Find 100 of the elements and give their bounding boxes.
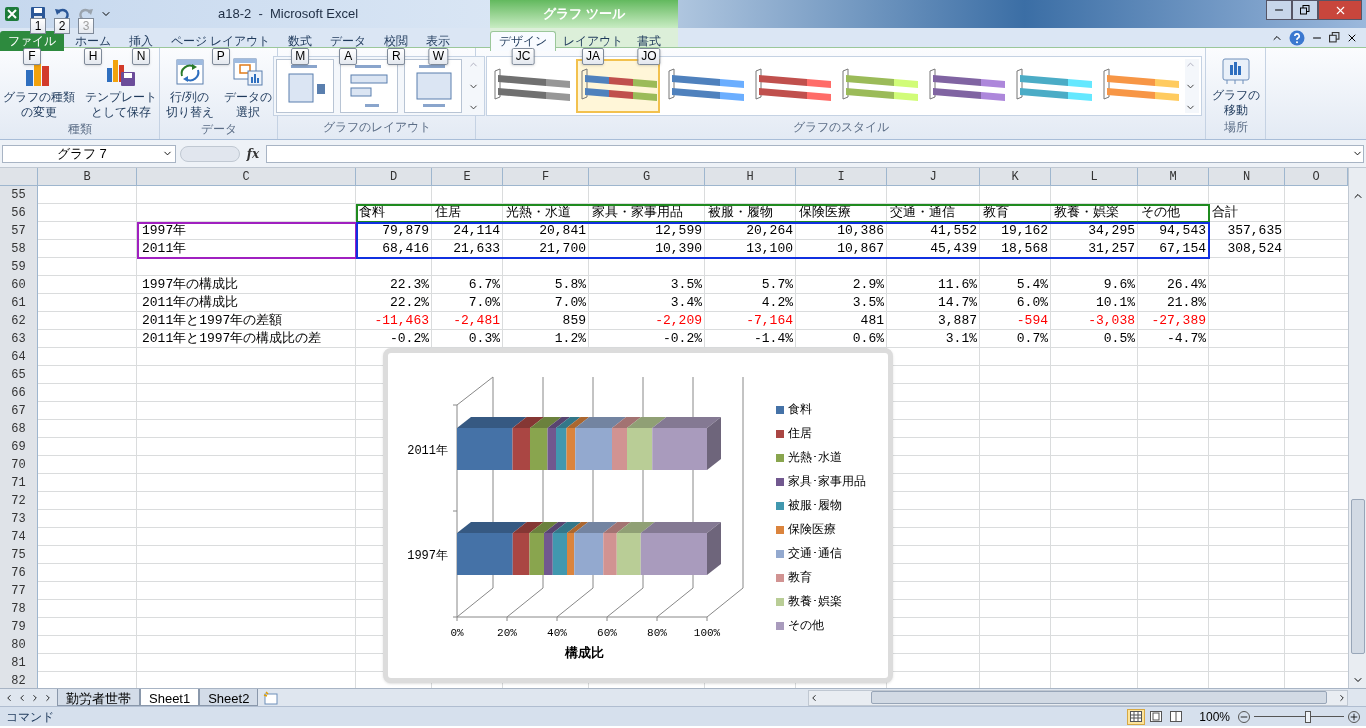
category-label: 2011年 [407, 444, 448, 458]
column-header[interactable]: J [887, 168, 980, 186]
axis-label: 100% [693, 627, 721, 639]
insert-function-button[interactable]: fx [244, 144, 262, 163]
keytip-tooltip: 3 [78, 18, 94, 34]
keytip-tooltip: JO [637, 48, 661, 65]
table-cell-text: 0.5% [1102, 330, 1136, 348]
ribbon-tab[interactable]: デザイン [490, 30, 556, 51]
table-cell-text: 45,439 [929, 240, 978, 258]
column-header[interactable]: B [38, 168, 137, 186]
keytip-tooltip: JA [582, 48, 604, 65]
table-cell-text: 21.8% [1166, 294, 1207, 312]
legend-label: 教育 [788, 569, 812, 587]
legend-label: 保険医療 [788, 522, 836, 539]
sheet-tab[interactable]: 勤労者世帯 [57, 689, 140, 706]
table-cell-text: -4.7% [1166, 330, 1207, 348]
ribbon-tab[interactable]: ホーム [68, 31, 118, 51]
ribbon-tab[interactable]: 表示 [419, 31, 458, 51]
table-cell-text: -2,481 [452, 312, 501, 330]
table-cell-text: 18,568 [1000, 240, 1049, 258]
status-mode: コマンド [6, 708, 54, 726]
table-cell-text: 13,100 [745, 240, 794, 258]
legend-label: 光熱･水道 [788, 450, 842, 467]
table-cell-text: 5.4% [1015, 276, 1049, 294]
table-cell-text: 3.4% [669, 294, 703, 312]
table-cell-text: -0.2% [662, 330, 703, 348]
table-cell-text: 79,879 [381, 222, 430, 240]
legend-label: その他 [788, 618, 824, 635]
table-cell-text: 3,887 [937, 312, 978, 330]
table-cell-text: 9.6% [1102, 276, 1136, 294]
table-cell-text: 保険医療 [798, 204, 852, 222]
category-label: 1997年 [407, 549, 448, 563]
table-cell-text: 3.5% [669, 276, 703, 294]
table-cell-text: 教養・娯楽 [1053, 204, 1120, 222]
table-cell-text: 被服・履物 [707, 204, 774, 222]
table-cell-text: 5.7% [760, 276, 794, 294]
column-header[interactable]: N [1209, 168, 1285, 186]
column-header[interactable]: E [432, 168, 503, 186]
table-cell-text: -0.2% [389, 330, 430, 348]
row-header[interactable]: 82 [0, 672, 38, 688]
table-cell-text: 光熱・水道 [505, 204, 572, 222]
chart-area[interactable]: 2011年 1997年 0% 20% 40% 60% 80% 100% 構成比 食料 住居 光熱･水道 家具･家事用品 被服･履物 保険医療 交通･通信 教育 教養･娯楽 その他 [383, 348, 893, 683]
column-header[interactable]: H [705, 168, 796, 186]
context-header: グラフ ツール [490, 0, 678, 28]
table-cell-text: -7,164 [745, 312, 794, 330]
keytip-tooltip: F [23, 48, 41, 65]
table-cell-text: 34,295 [1087, 222, 1136, 240]
table-cell-text: 0.3% [467, 330, 501, 348]
table-cell-text: 41,552 [929, 222, 978, 240]
column-header[interactable]: F [503, 168, 589, 186]
ribbon-tab[interactable]: データ [323, 31, 374, 51]
ribbon-tab[interactable]: 数式 [281, 31, 320, 51]
table-cell-text: 食料 [358, 204, 386, 222]
table-cell-text: 2.9% [851, 276, 885, 294]
column-header[interactable]: G [589, 168, 705, 186]
ribbon-tab[interactable]: 校閲 [377, 31, 416, 51]
legend-label: 家具･家事用品 [788, 474, 866, 491]
table-cell-text: 14.7% [937, 294, 978, 312]
table-cell-text: 26.4% [1166, 276, 1207, 294]
table-cell: 2011年と1997年の構成比の差 [142, 331, 322, 346]
keytip-tooltip: H [84, 48, 102, 65]
table-cell-text: 10,390 [654, 240, 703, 258]
legend-label: 食料 [788, 402, 812, 419]
ribbon-tab[interactable]: 書式 [630, 31, 668, 51]
axis-label: 20% [497, 627, 517, 639]
table-cell-text: 6.0% [1015, 294, 1049, 312]
keytip-tooltip: R [387, 48, 406, 65]
keytip-tooltip: N [132, 48, 150, 65]
axis-label: 0% [450, 627, 464, 639]
window-title: a18-2 - Microsoft Excel [218, 5, 359, 24]
table-cell-text: 7.0% [467, 294, 501, 312]
legend-label: 被服･履物 [788, 498, 842, 515]
table-cell-text: 0.7% [1015, 330, 1049, 348]
legend-label: 教養･娯楽 [788, 594, 842, 611]
table-cell-text: -27,389 [1150, 312, 1207, 330]
name-box[interactable]: グラフ 7 [2, 144, 176, 163]
table-cell-text: 合計 [1211, 204, 1239, 222]
axis-title: 構成比 [564, 646, 604, 661]
column-header[interactable]: I [796, 168, 887, 186]
ribbon-tab[interactable]: ページ レイアウト [164, 31, 278, 51]
keytip-tooltip: 2 [54, 18, 70, 34]
legend-label: 住居 [788, 426, 812, 443]
sheet-tab[interactable]: Sheet2 [199, 689, 259, 706]
ribbon-tab[interactable]: レイアウト [556, 31, 630, 51]
zoom-level: 100% [1199, 708, 1230, 726]
keytip-tooltip: 1 [30, 18, 46, 34]
column-header[interactable]: D [356, 168, 432, 186]
column-header[interactable]: M [1138, 168, 1209, 186]
group-label: データ [200, 121, 237, 138]
sheet-tab[interactable]: Sheet1 [140, 689, 200, 706]
table-cell-text: 3.1% [944, 330, 978, 348]
table-cell-text: 357,635 [1226, 222, 1283, 240]
column-header[interactable]: L [1051, 168, 1138, 186]
ribbon-button[interactable]: グラフの 移動 [1209, 56, 1262, 118]
group-label: 場所 [1223, 119, 1248, 136]
ribbon-tab[interactable]: 挿入 [122, 31, 160, 51]
column-header[interactable]: C [137, 168, 356, 186]
column-header[interactable]: K [980, 168, 1051, 186]
table-cell-text: 68,416 [381, 240, 430, 258]
table-cell-text: 10.1% [1095, 294, 1136, 312]
